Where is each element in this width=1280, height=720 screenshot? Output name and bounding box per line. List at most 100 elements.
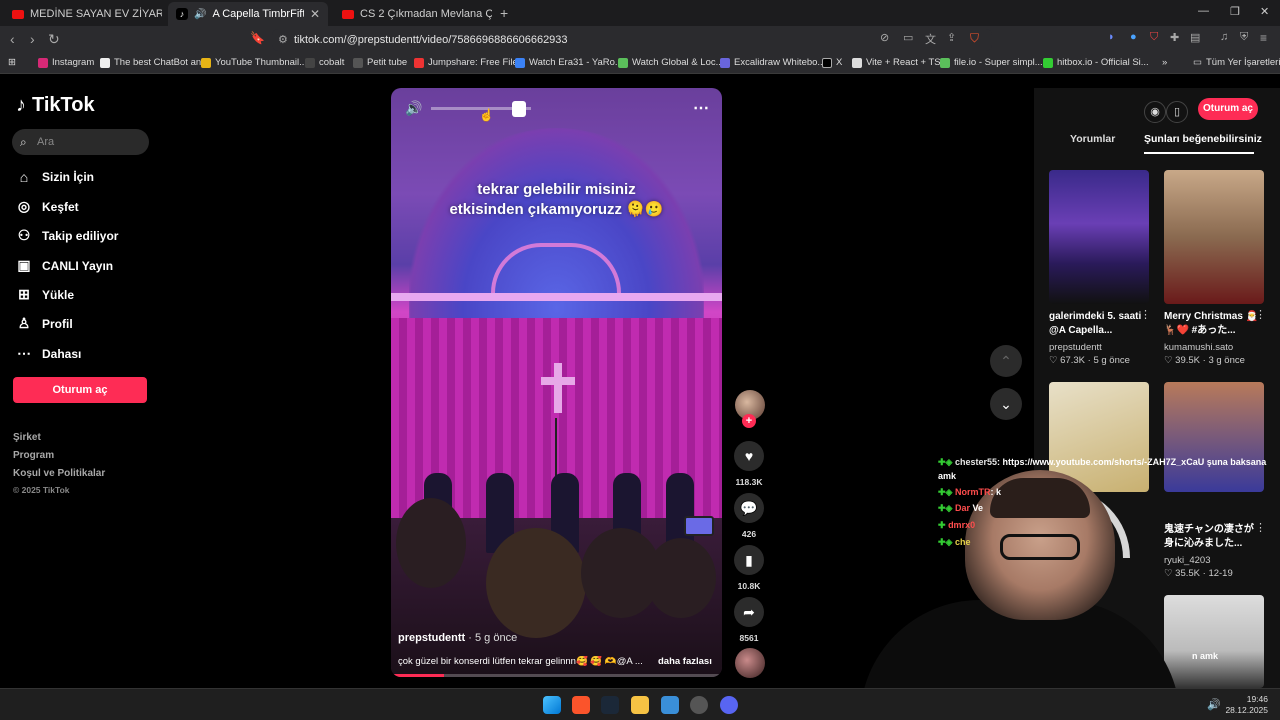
bookmark-item[interactable]: Jumpshare: Free File... (414, 57, 526, 68)
bookmark-item[interactable]: Watch Era31 - YaRo... (515, 57, 623, 68)
nav-item-profile[interactable]: ♙ Profil (16, 315, 73, 332)
bookmark-item[interactable]: X (822, 57, 842, 68)
share-icon[interactable]: ➦ (734, 597, 764, 627)
bookmark-item[interactable]: Petit tube (353, 57, 407, 68)
footer-link[interactable]: Program (13, 450, 54, 461)
apps-icon[interactable]: ⊞ (8, 57, 16, 68)
like-action[interactable]: ♥ 118.3K (733, 441, 765, 487)
more-options-icon[interactable]: ⋮ (1255, 308, 1266, 321)
bookmark-item[interactable]: Excalidraw Whitebo... (720, 57, 825, 68)
more-options-icon[interactable]: ⋮ (1140, 308, 1151, 321)
browser-tab[interactable]: CS 2 Çıkmadan Mevlana Çıktı - YouTube (334, 2, 492, 26)
extension-icon[interactable]: ◗ (1108, 31, 1115, 43)
bookmark-item[interactable]: YouTube Thumbnail... (201, 57, 307, 68)
login-button[interactable]: Oturum aç (1198, 98, 1258, 120)
browser-tab[interactable]: MEDİNE SAYAN EV ZİYARETİ - YouTube (4, 2, 162, 26)
more-bookmarks-button[interactable]: » (1162, 57, 1167, 68)
comment-action[interactable]: 💬 426 (733, 493, 765, 539)
video-thumbnail[interactable] (1164, 170, 1264, 304)
app-icon[interactable] (690, 696, 708, 714)
extensions-puzzle-icon[interactable]: ✚ (1170, 31, 1179, 44)
back-icon[interactable]: ‹ (10, 31, 15, 47)
share-action[interactable]: ➦ 8561 (733, 597, 765, 643)
active-tab-indicator (1144, 152, 1254, 154)
phone-icon[interactable]: ▯ (1166, 101, 1188, 123)
progress-bar[interactable] (391, 674, 722, 677)
previous-video-button[interactable]: ⌃ (990, 345, 1022, 377)
reload-icon[interactable]: ↻ (48, 31, 60, 48)
brave-shield-icon[interactable]: ⛉ (970, 31, 979, 46)
window-close-icon[interactable]: ✕ (1260, 5, 1269, 18)
card-author[interactable]: kumamushi.sato (1164, 342, 1233, 353)
sidebar-toggle-icon[interactable]: ▤ (1190, 31, 1200, 44)
tab-you-may-like[interactable]: Şunları beğenebilirsiniz (1144, 133, 1262, 145)
steam-icon[interactable] (601, 696, 619, 714)
bookmark-icon[interactable]: ▮ (734, 545, 764, 575)
bookmark-item[interactable]: Vite + React + TS (852, 57, 941, 68)
follow-plus-icon[interactable]: + (742, 414, 756, 428)
brave-icon[interactable] (572, 696, 590, 714)
login-button[interactable]: Oturum aç (13, 377, 147, 403)
sound-avatar[interactable] (735, 648, 765, 678)
save-action[interactable]: ▮ 10.8K (733, 545, 765, 591)
nav-item-explore[interactable]: ◎ Keşfet (16, 198, 79, 215)
file-explorer-icon[interactable] (631, 696, 649, 714)
vpn-icon[interactable]: ⛨ (1240, 31, 1248, 44)
see-more-link[interactable]: daha fazlası (658, 656, 712, 667)
volume-slider-knob[interactable] (512, 101, 526, 117)
bookmark-item[interactable]: Watch Global & Loc... (618, 57, 724, 68)
card-title[interactable]: galerimdeki 5. saati @A Capella... (1049, 310, 1145, 338)
bookmark-icon[interactable]: 🔖 (250, 31, 265, 45)
bookmark-item[interactable]: file.io - Super simpl... (940, 57, 1043, 68)
all-bookmarks-button[interactable]: ▭ Tüm Yer İşaretleri (1193, 57, 1280, 68)
close-icon[interactable]: ✕ (310, 7, 320, 21)
heart-icon[interactable]: ♥ (734, 441, 764, 471)
compass-icon[interactable]: ◉ (1144, 101, 1166, 123)
nav-item-upload[interactable]: ⊞ Yükle (16, 286, 74, 303)
footer-link[interactable]: Koşul ve Politikalar (13, 468, 105, 479)
extension-icon[interactable]: ⛉ (1150, 31, 1158, 44)
nav-item-more[interactable]: ⋯ Dahası (16, 345, 81, 362)
music-icon[interactable]: ♫ (1220, 31, 1228, 43)
share-icon[interactable]: ⇪ (947, 31, 956, 44)
nav-item-following[interactable]: ⚇ Takip ediliyor (16, 227, 119, 244)
more-options-icon[interactable]: ⋯ (693, 98, 709, 118)
video-author[interactable]: prepstudentt · 5 g önce (398, 632, 517, 644)
minimize-icon[interactable]: — (1198, 5, 1209, 17)
footer-link[interactable]: Şirket (13, 432, 41, 443)
maximize-icon[interactable]: ❐ (1230, 5, 1240, 18)
search-placeholder: Ara (37, 136, 55, 148)
new-tab-icon[interactable]: + (500, 5, 508, 21)
video-thumbnail[interactable] (1164, 595, 1264, 688)
tab-comments[interactable]: Yorumlar (1070, 133, 1115, 145)
card-title[interactable]: Merry Christmas 🎅🦌❤️ #あった... (1164, 310, 1260, 338)
bookmark-item[interactable]: Instagram (38, 57, 94, 68)
nav-item-live[interactable]: ▣ CANLI Yayın (16, 257, 113, 274)
bookmark-item[interactable]: hitbox.io - Official Si... (1043, 57, 1149, 68)
extension-icon[interactable]: ● (1130, 31, 1137, 43)
windows-start-icon[interactable] (543, 696, 561, 714)
video-thumbnail[interactable] (1049, 170, 1149, 304)
site-settings-icon[interactable]: ⚙ (278, 29, 288, 51)
reader-icon[interactable]: ⊘ (880, 31, 889, 44)
discord-icon[interactable] (720, 696, 738, 714)
video-player[interactable]: tekrar gelebilir misiniz etkisinden çıka… (391, 88, 722, 677)
system-clock[interactable]: 19:46 28.12.2025 (1225, 694, 1268, 716)
forward-icon[interactable]: › (30, 31, 35, 47)
comment-icon[interactable]: 💬 (734, 493, 764, 523)
speaker-icon[interactable]: 🔊 (1207, 698, 1221, 711)
bookmark-label: Vite + React + TS (866, 57, 941, 68)
bookmark-item[interactable]: The best ChatBot an... (100, 57, 209, 68)
nav-item-for-you[interactable]: ⌂ Sizin İçin (16, 169, 94, 185)
tiktok-logo[interactable]: ♪ TikTok (16, 94, 95, 117)
mail-icon[interactable] (661, 696, 679, 714)
card-author[interactable]: prepstudentt (1049, 342, 1102, 353)
search-input[interactable]: ⌕ Ara (12, 129, 149, 155)
translate-icon[interactable]: 文 (925, 31, 936, 47)
browser-tab-active[interactable]: ♪ 🔊 A Capella TimbrFifths Konseri ✕ (168, 2, 328, 26)
menu-icon[interactable]: ≡ (1260, 31, 1267, 45)
volume-icon[interactable]: 🔊 (405, 100, 422, 117)
cast-icon[interactable]: ▭ (903, 31, 913, 44)
next-video-button[interactable]: ⌄ (990, 388, 1022, 420)
bookmark-item[interactable]: cobalt (305, 57, 344, 68)
